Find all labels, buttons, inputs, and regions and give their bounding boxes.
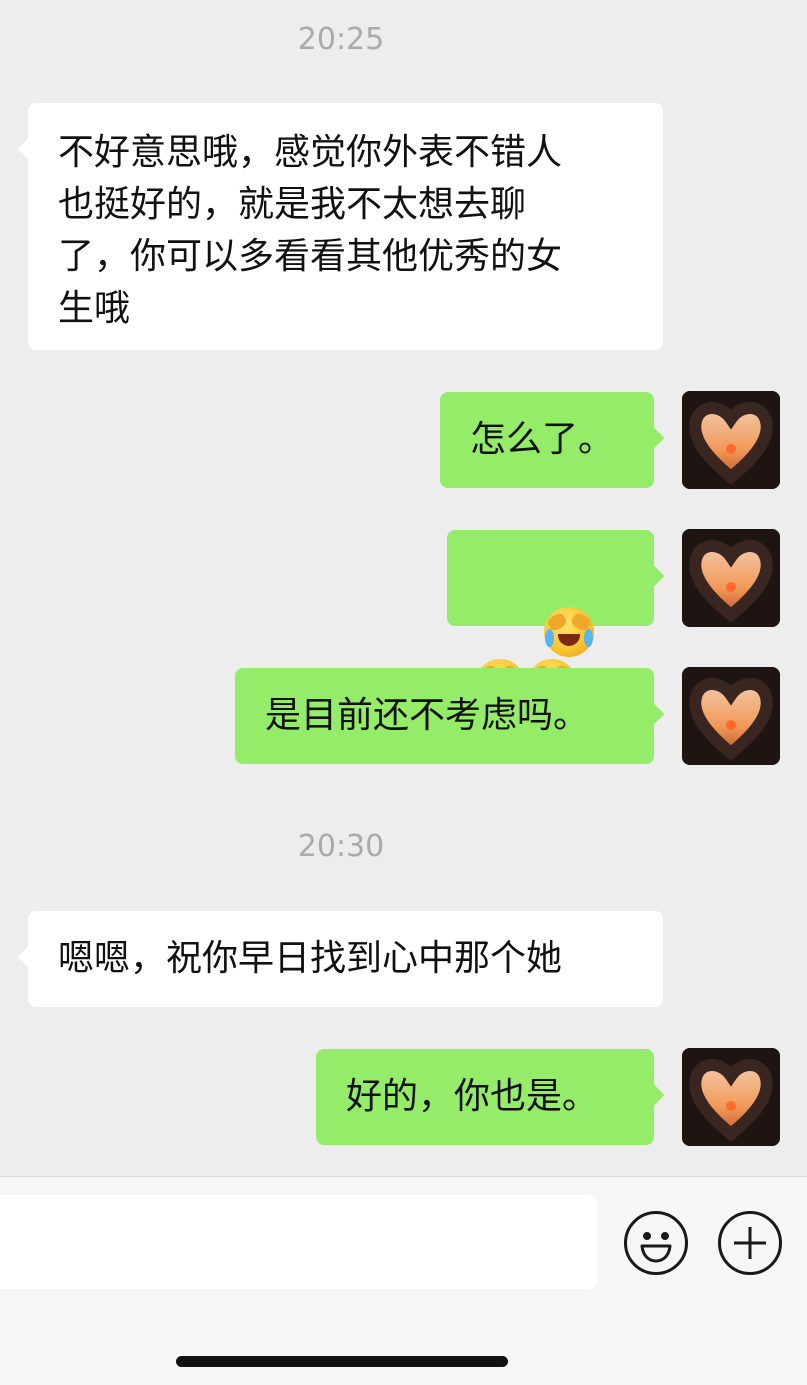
user-avatar[interactable]	[682, 667, 780, 765]
input-bar	[0, 1176, 807, 1385]
timestamp: 20:30	[297, 829, 385, 864]
heart-sunset-avatar-image	[682, 667, 780, 765]
message-text: 是目前还不考虑吗。	[265, 695, 590, 736]
incoming-message-bubble[interactable]: 不好意思哦，感觉你外表不错人 也挺好的，就是我不太想去聊 了，你可以多看看其他优…	[17, 103, 663, 350]
outgoing-emoji-bubble[interactable]	[447, 530, 665, 709]
emoji-button[interactable]	[624, 1211, 688, 1275]
message-text: 怎么了。	[470, 419, 615, 460]
chat-area: 20:25 不好意思哦，感觉你外表不错人 也挺好的，就是我不太想去聊 了，你可以…	[0, 0, 807, 1176]
heart-sunset-avatar-image	[682, 391, 780, 489]
home-indicator[interactable]	[176, 1356, 508, 1367]
more-button[interactable]	[718, 1211, 782, 1275]
outgoing-message-bubble[interactable]: 好的，你也是。	[316, 1049, 665, 1145]
timestamp: 20:25	[297, 22, 385, 57]
message-input[interactable]	[0, 1195, 598, 1289]
user-avatar[interactable]	[682, 391, 780, 489]
heart-sunset-avatar-image	[682, 529, 780, 627]
heart-sunset-avatar-image	[682, 1048, 780, 1146]
user-avatar[interactable]	[682, 1048, 780, 1146]
message-text: 嗯嗯，祝你早日找到心中那个她	[58, 938, 563, 979]
emoji-icon	[640, 1232, 672, 1263]
user-avatar[interactable]	[682, 529, 780, 627]
plus-icon	[734, 1227, 766, 1259]
crying-laughing-emoji-icon	[543, 607, 594, 657]
outgoing-message-bubble[interactable]: 怎么了。	[440, 392, 665, 488]
incoming-message-bubble[interactable]: 嗯嗯，祝你早日找到心中那个她	[17, 911, 663, 1007]
message-text: 不好意思哦，感觉你外表不错人 也挺好的，就是我不太想去聊 了，你可以多看看其他优…	[58, 132, 563, 329]
outgoing-message-bubble[interactable]: 是目前还不考虑吗。	[235, 668, 665, 764]
message-text: 好的，你也是。	[346, 1076, 599, 1117]
